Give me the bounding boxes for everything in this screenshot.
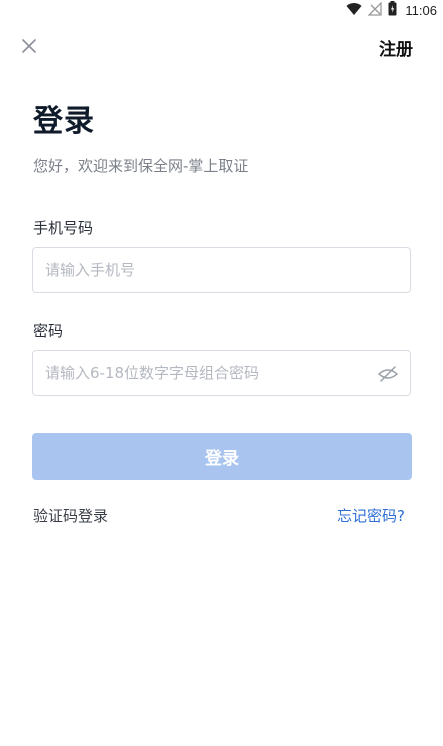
status-bar: 11:06	[0, 0, 443, 18]
password-label: 密码	[33, 322, 64, 340]
phone-field-container	[32, 247, 411, 293]
no-signal-icon	[367, 1, 383, 20]
wifi-icon	[346, 1, 362, 20]
status-time: 11:06	[405, 3, 437, 18]
status-icons: 11:06	[346, 1, 437, 20]
welcome-subtitle: 您好，欢迎来到保全网-掌上取证	[33, 157, 249, 175]
register-link[interactable]: 注册	[379, 35, 413, 60]
page-title: 登录	[33, 104, 95, 139]
login-button[interactable]: 登录	[32, 433, 412, 480]
forgot-password-link[interactable]: 忘记密码?	[337, 505, 405, 526]
close-button[interactable]	[18, 35, 42, 59]
close-icon	[18, 39, 42, 63]
sms-login-link[interactable]: 验证码登录	[33, 505, 108, 526]
eye-off-icon[interactable]	[377, 363, 399, 385]
battery-icon	[388, 1, 397, 20]
phone-label: 手机号码	[33, 219, 94, 237]
password-field-container	[32, 350, 411, 396]
password-input[interactable]	[33, 351, 377, 395]
phone-input[interactable]	[33, 248, 377, 292]
